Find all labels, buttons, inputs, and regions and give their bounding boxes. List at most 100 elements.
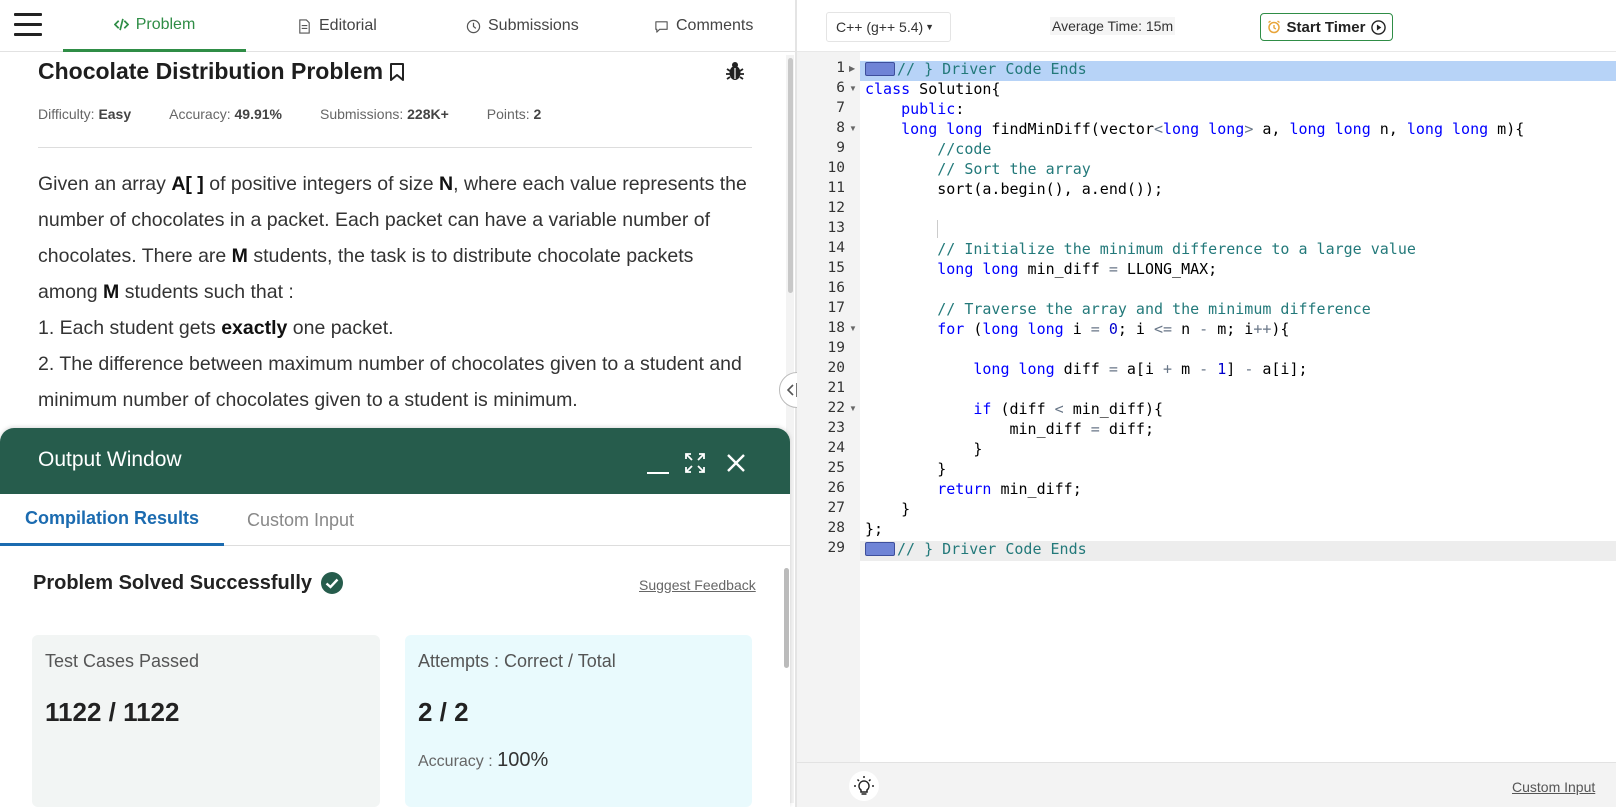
suggest-feedback-link[interactable]: Suggest Feedback [639, 577, 756, 593]
tab-compilation-results[interactable]: Compilation Results [0, 494, 224, 546]
folded-code-marker[interactable] [865, 62, 895, 76]
code-line: // } Driver Code Ends [865, 60, 1087, 78]
code-line: // } Driver Code Ends [865, 540, 1087, 558]
line-number: 19 [827, 340, 845, 356]
line-number: 1 [836, 60, 845, 76]
check-circle-icon [321, 572, 343, 594]
statement-text: 1. Each student gets [38, 317, 222, 339]
tab-problem[interactable]: Problem [63, 0, 246, 52]
tab-comments[interactable]: Comments [654, 0, 753, 52]
line-number: 25 [827, 460, 845, 476]
statement-paragraph: Given an array A[ ] of positive integers… [38, 166, 758, 310]
line-number: 17 [827, 300, 845, 316]
line-number: 16 [827, 280, 845, 296]
line-number: 15 [827, 260, 845, 276]
fold-toggle-icon[interactable]: ▶ [849, 64, 855, 73]
result-status: Problem Solved Successfully [33, 571, 344, 595]
line-number: 14 [827, 240, 845, 256]
statement-bold: N [439, 173, 454, 195]
output-scrollbar-thumb[interactable] [784, 568, 789, 668]
statement-text: students such that : [119, 281, 294, 303]
test-cases-card: Test Cases Passed 1122 / 1122 [32, 635, 380, 807]
minimize-icon[interactable] [645, 450, 669, 478]
code-line: // Sort the array [937, 160, 1091, 178]
code-line: } [865, 440, 983, 458]
code-editor[interactable]: // } Driver Code Ends class Solution{ pub… [860, 52, 1616, 762]
close-icon[interactable] [725, 452, 747, 474]
problem-tabs-bar: Problem Editorial Submissions Comments [0, 0, 795, 52]
code-line: public: [901, 100, 965, 118]
meta-difficulty-label: Difficulty: [38, 106, 95, 122]
tab-comments-label: Comments [676, 17, 754, 34]
statement-bold: M [103, 281, 120, 303]
fold-toggle-icon[interactable]: ▼ [849, 84, 857, 93]
meta-submissions-value: 228K+ [407, 106, 449, 122]
result-status-text: Problem Solved Successfully [33, 571, 312, 594]
play-circle-icon [1371, 19, 1387, 35]
average-time: Average Time: 15m [1050, 17, 1176, 35]
bug-report-icon[interactable] [724, 60, 746, 82]
line-number: 22 [827, 400, 845, 416]
expand-icon[interactable] [684, 452, 706, 474]
code-line: // Initialize the minimum difference to … [937, 240, 1416, 258]
line-number: 28 [827, 520, 845, 536]
fold-toggle-icon[interactable]: ▼ [849, 404, 857, 413]
code-line: long long min_diff = LLONG_MAX; [937, 260, 1218, 278]
test-cases-value: 1122 / 1122 [45, 697, 180, 727]
code-line [865, 220, 948, 238]
code-line: class Solution{ [865, 80, 1001, 98]
clock-icon [466, 19, 481, 33]
problem-pane: Problem Editorial Submissions Comments C… [0, 0, 795, 807]
meta-accuracy: Accuracy: 49.91% [169, 106, 282, 122]
document-icon [299, 18, 310, 34]
bookmark-icon[interactable] [389, 62, 405, 82]
language-select[interactable]: C++ (g++ 5.4) ▼ [826, 12, 951, 42]
lightbulb-icon[interactable] [849, 771, 879, 801]
problem-meta: Difficulty: Easy Accuracy: 49.91% Submis… [38, 106, 579, 122]
meta-accuracy-label: Accuracy: [169, 106, 231, 122]
tab-submissions[interactable]: Submissions [466, 0, 579, 52]
output-window-title: Output Window [38, 448, 182, 471]
problem-title: Chocolate Distribution Problem [38, 58, 405, 85]
problem-scrollbar-thumb[interactable] [788, 58, 793, 293]
fold-toggle-icon[interactable]: ▼ [849, 124, 857, 133]
start-timer-label: Start Timer [1286, 18, 1366, 36]
code-line: } [865, 460, 947, 478]
code-line: // Traverse the array and the minimum di… [937, 300, 1371, 318]
line-number: 8 [836, 120, 845, 136]
start-timer-button[interactable]: Start Timer [1260, 13, 1393, 41]
test-cases-label: Test Cases Passed [45, 651, 200, 671]
chevron-down-icon: ▼ [925, 22, 935, 32]
tab-custom-input[interactable]: Custom Input [247, 494, 354, 546]
code-line: //code [937, 140, 992, 158]
tab-submissions-label: Submissions [488, 17, 579, 34]
hamburger-menu-icon[interactable] [14, 13, 42, 37]
output-window: Output Window Compilation Results Custom… [0, 428, 790, 807]
attempts-label: Attempts : Correct / Total [418, 651, 616, 671]
attempts-card: Attempts : Correct / Total 2 / 2 Accurac… [405, 635, 752, 807]
line-number: 29 [827, 540, 845, 556]
tab-editorial[interactable]: Editorial [297, 0, 377, 52]
custom-input-link[interactable]: Custom Input [1512, 779, 1595, 795]
fold-toggle-icon[interactable]: ▼ [849, 324, 857, 333]
accuracy-label: Accuracy : [418, 753, 493, 770]
statement-bold: M [231, 245, 248, 267]
statement-text: one packet. [287, 317, 394, 339]
line-number: 7 [836, 100, 845, 116]
line-number: 11 [827, 180, 845, 196]
problem-statement: Given an array A[ ] of positive integers… [38, 166, 758, 418]
line-number: 21 [827, 380, 845, 396]
editor-pane: C++ (g++ 5.4) ▼ Average Time: 15m Start … [797, 0, 1616, 807]
meta-points-label: Points: [486, 106, 530, 122]
app-root: Problem Editorial Submissions Comments C… [0, 0, 1616, 807]
meta-difficulty: Difficulty: Easy [38, 106, 131, 122]
output-window-header: Output Window [0, 428, 790, 494]
code-line: }; [865, 520, 884, 538]
code-line: if (diff < min_diff){ [973, 400, 1164, 418]
folded-code-marker[interactable] [865, 542, 895, 556]
alarm-clock-icon [1267, 20, 1280, 34]
attempts-value: 2 / 2 [418, 697, 469, 727]
